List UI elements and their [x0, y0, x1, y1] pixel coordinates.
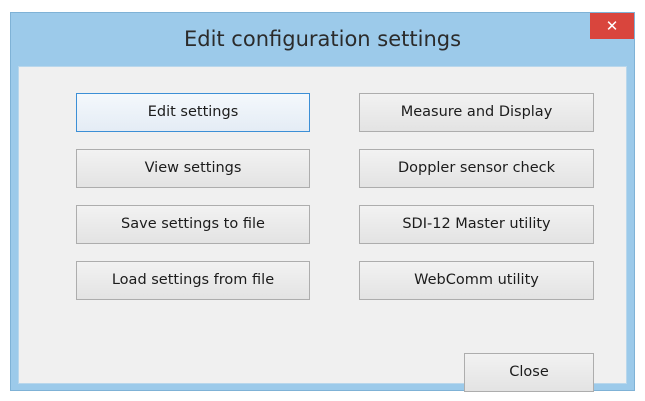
dialog-window: Edit configuration settings ✕ Edit setti… [10, 12, 635, 392]
edit-settings-button[interactable]: Edit settings [76, 93, 310, 132]
title-bar[interactable]: Edit configuration settings ✕ [11, 13, 634, 65]
window-title: Edit configuration settings [183, 27, 462, 51]
close-window-button[interactable]: ✕ [590, 13, 634, 39]
sdi12-master-utility-button[interactable]: SDI-12 Master utility [359, 205, 594, 244]
dialog-client-area: Edit settings View settings Save setting… [18, 66, 627, 392]
webcomm-utility-button[interactable]: WebComm utility [359, 261, 594, 300]
close-button[interactable]: Close [464, 353, 594, 392]
view-settings-button[interactable]: View settings [76, 149, 310, 188]
load-settings-from-file-button[interactable]: Load settings from file [76, 261, 310, 300]
measure-and-display-button[interactable]: Measure and Display [359, 93, 594, 132]
close-icon: ✕ [605, 17, 619, 35]
save-settings-to-file-button[interactable]: Save settings to file [76, 205, 310, 244]
doppler-sensor-check-button[interactable]: Doppler sensor check [359, 149, 594, 188]
